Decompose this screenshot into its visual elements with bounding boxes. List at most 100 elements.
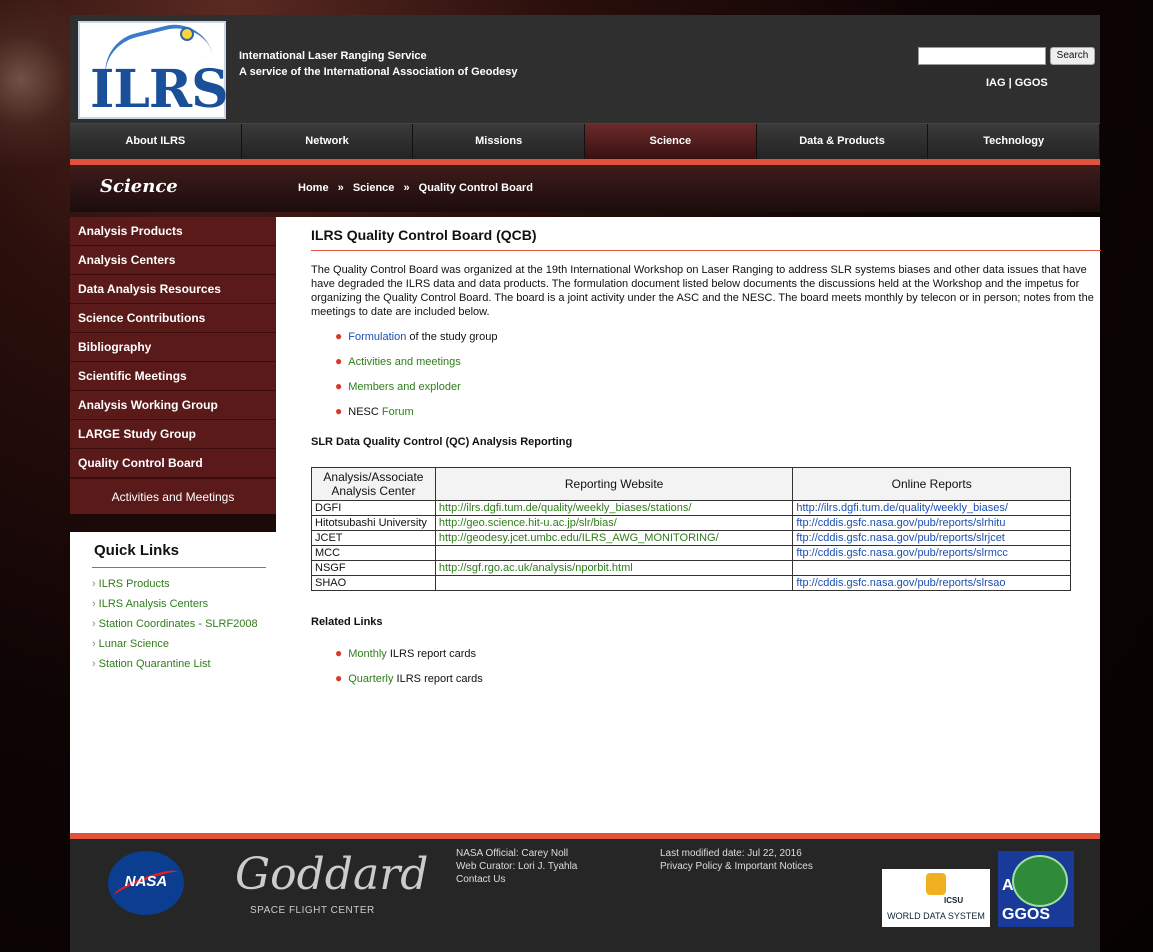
nav-technology[interactable]: Technology: [928, 124, 1101, 159]
table-row: DGFI http://ilrs.dgfi.tum.de/quality/wee…: [311, 500, 1071, 516]
activities-link[interactable]: Activities and meetings: [348, 356, 461, 368]
chevron-right-icon: ›: [92, 658, 96, 670]
website-link[interactable]: [434, 575, 794, 591]
nav-missions[interactable]: Missions: [413, 124, 586, 159]
web-curator: Web Curator: Lori J. Tyahla: [456, 861, 578, 872]
site-header: ILRS International Laser Ranging Service…: [70, 15, 1100, 123]
quarterly-link[interactable]: Quarterly: [348, 673, 393, 685]
nav-data-products[interactable]: Data & Products: [756, 124, 929, 159]
nasa-logo-text: NASA: [124, 873, 168, 890]
search-input[interactable]: [918, 47, 1046, 65]
sidebar-item-scientific-meetings[interactable]: Scientific Meetings: [70, 362, 276, 391]
top-links[interactable]: IAG | GGOS: [986, 77, 1048, 89]
reports-link[interactable]: ftp://cddis.gsfc.nasa.gov/pub/reports/sl…: [792, 530, 1071, 546]
sidebar-item-analysis-products[interactable]: Analysis Products: [70, 217, 276, 246]
table-row: Hitotsubashi University http://geo.scien…: [311, 515, 1071, 531]
site-title: International Laser Ranging Service A se…: [239, 48, 518, 80]
quick-link-item[interactable]: › ILRS Products: [92, 578, 276, 591]
sidebar-item-science-contributions[interactable]: Science Contributions: [70, 304, 276, 333]
qc-table: Analysis/Associate Analysis Center Repor…: [311, 467, 1071, 591]
formulation-link[interactable]: Formulation: [348, 331, 406, 343]
related-heading: Related Links: [311, 616, 383, 628]
breadcrumb-home[interactable]: Home: [298, 182, 329, 194]
list-item: ● Members and exploder: [335, 379, 1077, 394]
list-item-text: NESC: [348, 406, 382, 418]
reports-link[interactable]: ftp://cddis.gsfc.nasa.gov/pub/reports/sl…: [792, 545, 1071, 561]
website-link[interactable]: http://geo.science.hit-u.ac.jp/slr/bias/: [434, 515, 794, 531]
nav-about[interactable]: About ILRS: [70, 124, 242, 159]
website-link[interactable]: http://geodesy.jcet.umbc.edu/ILRS_AWG_MO…: [434, 530, 794, 546]
sidebar-item-analysis-working-group[interactable]: Analysis Working Group: [70, 391, 276, 420]
quick-link-label[interactable]: Station Coordinates - SLRF2008: [99, 618, 258, 630]
center-cell: MCC: [311, 545, 436, 561]
nasa-official: NASA Official: Carey Noll: [456, 848, 569, 859]
ilrs-logo[interactable]: ILRS: [78, 16, 229, 120]
forum-link[interactable]: Forum: [382, 406, 414, 418]
bullet-icon: ●: [335, 354, 343, 368]
quick-links-list: › ILRS Products › ILRS Analysis Centers › S…: [92, 578, 276, 671]
site-title-line1: International Laser Ranging Service: [239, 50, 427, 62]
logo-satellite-icon: [180, 27, 194, 41]
list-item: ● Quarterly ILRS report cards: [335, 671, 1077, 686]
sidebar-item-data-analysis-resources[interactable]: Data Analysis Resources: [70, 275, 276, 304]
contact-us-link[interactable]: Contact Us: [456, 873, 577, 886]
center-cell: JCET: [311, 530, 436, 546]
reports-link[interactable]: http://ilrs.dgfi.tum.de/quality/weekly_b…: [792, 500, 1071, 516]
qcb-links-list: ● Formulation of the study group ● Activit…: [335, 329, 1077, 419]
ggos-letter: A: [1002, 877, 1014, 894]
reports-link[interactable]: ftp://cddis.gsfc.nasa.gov/pub/reports/sl…: [792, 515, 1071, 531]
sidebar-item-quality-control-board[interactable]: Quality Control Board: [70, 449, 276, 478]
search-button[interactable]: Search: [1050, 47, 1095, 65]
table-row: JCET http://geodesy.jcet.umbc.edu/ILRS_A…: [311, 530, 1071, 546]
nav-science[interactable]: Science: [585, 124, 757, 159]
quick-link-item[interactable]: › Lunar Science: [92, 638, 276, 651]
reports-link[interactable]: [792, 560, 1071, 576]
quick-link-label[interactable]: Station Quarantine List: [99, 658, 211, 670]
sidebar: Analysis Products Analysis Centers Data …: [70, 217, 276, 514]
nav-network[interactable]: Network: [241, 124, 414, 159]
center-cell: NSGF: [311, 560, 436, 576]
quick-link-item[interactable]: › ILRS Analysis Centers: [92, 598, 276, 611]
privacy-link[interactable]: Privacy Policy & Important Notices: [660, 860, 813, 873]
quick-link-item[interactable]: › Station Coordinates - SLRF2008: [92, 618, 276, 631]
qc-heading: SLR Data Quality Control (QC) Analysis R…: [311, 436, 573, 448]
bullet-icon: ●: [335, 404, 343, 418]
breadcrumb-science[interactable]: Science: [353, 182, 395, 194]
monthly-link[interactable]: Monthly: [348, 648, 387, 660]
bullet-icon: ●: [335, 671, 343, 685]
world-data-system-logo[interactable]: ICSU WORLD DATA SYSTEM: [882, 869, 990, 927]
sidebar-subitem-activities[interactable]: Activities and Meetings: [70, 478, 276, 514]
website-link[interactable]: http://sgf.rgo.ac.uk/analysis/nporbit.ht…: [434, 560, 794, 576]
globe-icon: [1012, 855, 1068, 907]
chevron-right-icon: ›: [92, 618, 96, 630]
wds-icsu-text: ICSU: [944, 896, 964, 905]
goddard-logo[interactable]: Goddard: [235, 849, 428, 900]
quick-link-item[interactable]: › Station Quarantine List: [92, 658, 276, 671]
list-item: ● NESC Forum: [335, 404, 1077, 419]
background-decoration: [0, 0, 70, 200]
sidebar-item-large-study-group[interactable]: LARGE Study Group: [70, 420, 276, 449]
center-cell: SHAO: [311, 575, 436, 591]
list-item-text: of the study group: [406, 331, 498, 343]
quick-link-label[interactable]: ILRS Analysis Centers: [99, 598, 208, 610]
members-link[interactable]: Members and exploder: [348, 381, 461, 393]
table-header-row: Analysis/Associate Analysis Center Repor…: [311, 467, 1071, 501]
bullet-icon: ●: [335, 329, 343, 343]
breadcrumb: Home » Science » Quality Control Board: [298, 182, 533, 194]
quick-links-title: Quick Links: [94, 542, 180, 559]
quick-link-label[interactable]: Lunar Science: [99, 638, 169, 650]
ggos-logo[interactable]: A GGOS: [998, 851, 1074, 927]
section-bar: Science Home » Science » Quality Control…: [70, 165, 1100, 212]
main-nav: About ILRS Network Missions Science Data…: [70, 123, 1101, 159]
quick-link-label[interactable]: ILRS Products: [99, 578, 170, 590]
sidebar-item-analysis-centers[interactable]: Analysis Centers: [70, 246, 276, 275]
page: ILRS International Laser Ranging Service…: [70, 15, 1101, 952]
chevron-right-icon: ›: [92, 598, 96, 610]
website-link[interactable]: http://ilrs.dgfi.tum.de/quality/weekly_b…: [434, 500, 794, 516]
nasa-logo[interactable]: NASA: [108, 851, 184, 915]
website-link[interactable]: [434, 545, 794, 561]
table-row: MCC ftp://cddis.gsfc.nasa.gov/pub/report…: [311, 545, 1071, 561]
center-cell: DGFI: [311, 500, 436, 516]
sidebar-item-bibliography[interactable]: Bibliography: [70, 333, 276, 362]
reports-link[interactable]: ftp://cddis.gsfc.nasa.gov/pub/reports/sl…: [792, 575, 1071, 591]
